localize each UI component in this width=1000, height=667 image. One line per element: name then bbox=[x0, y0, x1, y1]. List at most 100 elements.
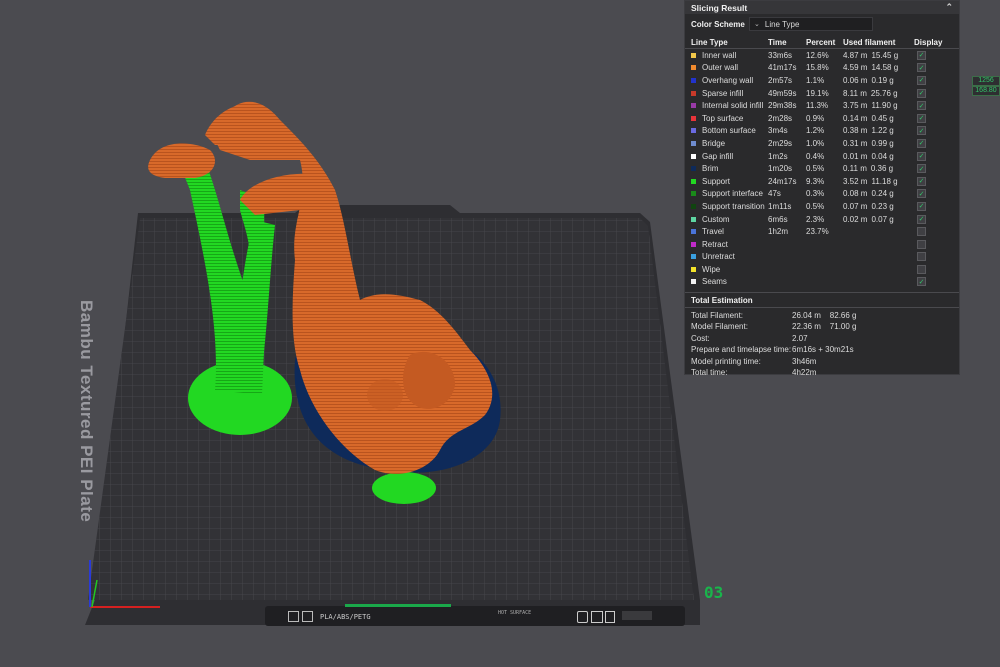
display-checkbox[interactable]: ✓ bbox=[917, 101, 926, 111]
line-type-filament: 3.52 m 11.18 g bbox=[843, 177, 914, 186]
display-checkbox[interactable]: ✓ bbox=[917, 176, 926, 186]
line-type-label: Support interface bbox=[702, 189, 763, 199]
plate-square-icon[interactable] bbox=[591, 611, 603, 623]
display-checkbox[interactable] bbox=[917, 239, 926, 249]
display-cell: ✓ bbox=[914, 214, 944, 224]
line-type-name: Retract bbox=[691, 240, 768, 249]
line-type-label: Bridge bbox=[702, 138, 726, 148]
line-type-name: Outer wall bbox=[691, 63, 768, 72]
filament-weight: 1.22 g bbox=[871, 126, 894, 136]
filament-weight: 25.76 g bbox=[870, 88, 898, 98]
total-estimation-title: Total Estimation bbox=[685, 293, 959, 309]
line-type-name: Travel bbox=[691, 227, 768, 236]
line-type-name: Bridge bbox=[691, 139, 768, 148]
line-type-time: 41m17s bbox=[768, 63, 797, 73]
line-type-percent: 0.5% bbox=[806, 164, 825, 174]
line-type-name: Bottom surface bbox=[691, 126, 768, 135]
total-value: 22.36 m 71.00 g bbox=[792, 322, 857, 332]
line-type-filament bbox=[843, 240, 914, 249]
color-swatch bbox=[691, 254, 696, 260]
display-checkbox[interactable]: ✓ bbox=[917, 189, 926, 199]
layer-indicator: 03 bbox=[704, 583, 724, 602]
line-type-name: Top surface bbox=[691, 114, 768, 123]
line-type-time: 47s bbox=[768, 189, 781, 199]
slicing-result-panel: Slicing Result ⌃ Color Scheme ⌄ Line Typ… bbox=[684, 0, 960, 377]
total-value: 26.04 m 82.66 g bbox=[792, 310, 857, 320]
filament-weight: 0.36 g bbox=[870, 164, 894, 174]
line-type-percent: 0.3% bbox=[806, 189, 825, 199]
display-checkbox[interactable]: ✓ bbox=[917, 277, 926, 287]
line-type-time: 2m57s bbox=[768, 75, 793, 85]
filament-weight: 0.19 g bbox=[871, 75, 894, 85]
line-type-rows: Inner wall 33m6s 12.6% 4.87 m 15.45 g ✓ Outer … bbox=[685, 49, 959, 288]
display-checkbox[interactable] bbox=[917, 252, 926, 262]
display-checkbox[interactable]: ✓ bbox=[917, 126, 926, 136]
color-scheme-select[interactable]: ⌄ Line Type bbox=[749, 17, 873, 31]
color-swatch bbox=[691, 191, 696, 197]
line-type-name: Gap infill bbox=[691, 152, 768, 161]
total-label: Model Filament: bbox=[691, 322, 748, 332]
line-type-name: Support bbox=[691, 177, 768, 186]
filament-weight: 15.45 g bbox=[871, 50, 899, 60]
display-checkbox[interactable]: ✓ bbox=[917, 50, 926, 60]
line-type-percent: 19.1% bbox=[806, 88, 829, 98]
panel-title: Slicing Result bbox=[691, 2, 748, 13]
line-type-filament: 0.14 m 0.45 g bbox=[843, 114, 914, 123]
color-swatch bbox=[691, 52, 696, 58]
table-row: Overhang wall 2m57s 1.1% 0.06 m 0.19 g ✓ bbox=[685, 74, 959, 87]
line-type-filament: 0.08 m 0.24 g bbox=[843, 189, 914, 198]
total-row: Prepare and timelapse time: 6m16s + 30m21… bbox=[685, 344, 959, 356]
color-scheme-label: Color Scheme bbox=[691, 19, 745, 29]
filament-length: 0.01 m bbox=[843, 151, 868, 161]
line-type-label: Sparse infill bbox=[702, 88, 744, 98]
display-cell bbox=[914, 264, 944, 274]
display-checkbox[interactable]: ✓ bbox=[917, 113, 926, 123]
display-cell: ✓ bbox=[914, 201, 944, 211]
line-type-name: Unretract bbox=[691, 252, 768, 261]
display-checkbox[interactable]: ✓ bbox=[917, 151, 926, 161]
total-row: Total Filament: 26.04 m 82.66 g bbox=[685, 309, 959, 321]
line-type-label: Outer wall bbox=[702, 63, 739, 73]
collapse-icon[interactable]: ⌃ bbox=[945, 2, 953, 13]
color-swatch bbox=[691, 266, 696, 272]
display-checkbox[interactable]: ✓ bbox=[917, 138, 926, 148]
table-row: Seams ✓ bbox=[685, 276, 959, 289]
table-row: Brim 1m20s 0.5% 0.11 m 0.36 g ✓ bbox=[685, 162, 959, 175]
display-checkbox[interactable]: ✓ bbox=[917, 75, 926, 85]
table-row: Bottom surface 3m4s 1.2% 0.38 m 1.22 g ✓ bbox=[685, 125, 959, 138]
filament-weight: 0.07 g bbox=[871, 214, 894, 224]
line-type-time: 1m2s bbox=[768, 151, 788, 161]
display-checkbox[interactable]: ✓ bbox=[917, 164, 926, 174]
line-type-label: Support transition bbox=[702, 201, 765, 211]
display-checkbox[interactable] bbox=[917, 227, 926, 237]
plate-green-progress bbox=[345, 604, 451, 607]
line-type-time: 1m11s bbox=[768, 201, 792, 211]
chevron-down-icon: ⌄ bbox=[754, 21, 760, 28]
line-type-percent: 1.0% bbox=[806, 138, 825, 148]
display-checkbox[interactable]: ✓ bbox=[917, 214, 926, 224]
plate-lock-icon[interactable] bbox=[577, 611, 588, 623]
line-type-time: 3m4s bbox=[768, 126, 788, 136]
display-checkbox[interactable]: ✓ bbox=[917, 201, 926, 211]
color-swatch bbox=[691, 90, 696, 96]
filament-length: 0.38 m bbox=[843, 126, 868, 136]
filament-length: 0.11 m bbox=[843, 164, 867, 174]
display-checkbox[interactable]: ✓ bbox=[917, 88, 926, 98]
plate-trash-icon[interactable] bbox=[605, 611, 615, 623]
plate-settings-icon[interactable] bbox=[302, 611, 313, 622]
hot-surface-label: HOT SURFACE bbox=[498, 610, 532, 616]
table-row: Custom 6m6s 2.3% 0.02 m 0.07 g ✓ bbox=[685, 213, 959, 226]
table-row: Retract bbox=[685, 238, 959, 251]
line-type-time: 2m29s bbox=[768, 138, 793, 148]
line-type-filament bbox=[843, 277, 914, 286]
display-checkbox[interactable] bbox=[917, 264, 926, 274]
display-cell bbox=[914, 227, 944, 237]
color-scheme-row: Color Scheme ⌄ Line Type bbox=[685, 16, 959, 32]
display-checkbox[interactable]: ✓ bbox=[917, 63, 926, 73]
line-type-label: Gap infill bbox=[702, 151, 734, 161]
table-row: Unretract bbox=[685, 251, 959, 264]
line-type-time: 29m38s bbox=[768, 101, 797, 111]
total-label: Prepare and timelapse time: bbox=[691, 345, 792, 355]
filament-length: 4.87 m bbox=[843, 50, 868, 60]
table-row: Inner wall 33m6s 12.6% 4.87 m 15.45 g ✓ bbox=[685, 49, 959, 62]
